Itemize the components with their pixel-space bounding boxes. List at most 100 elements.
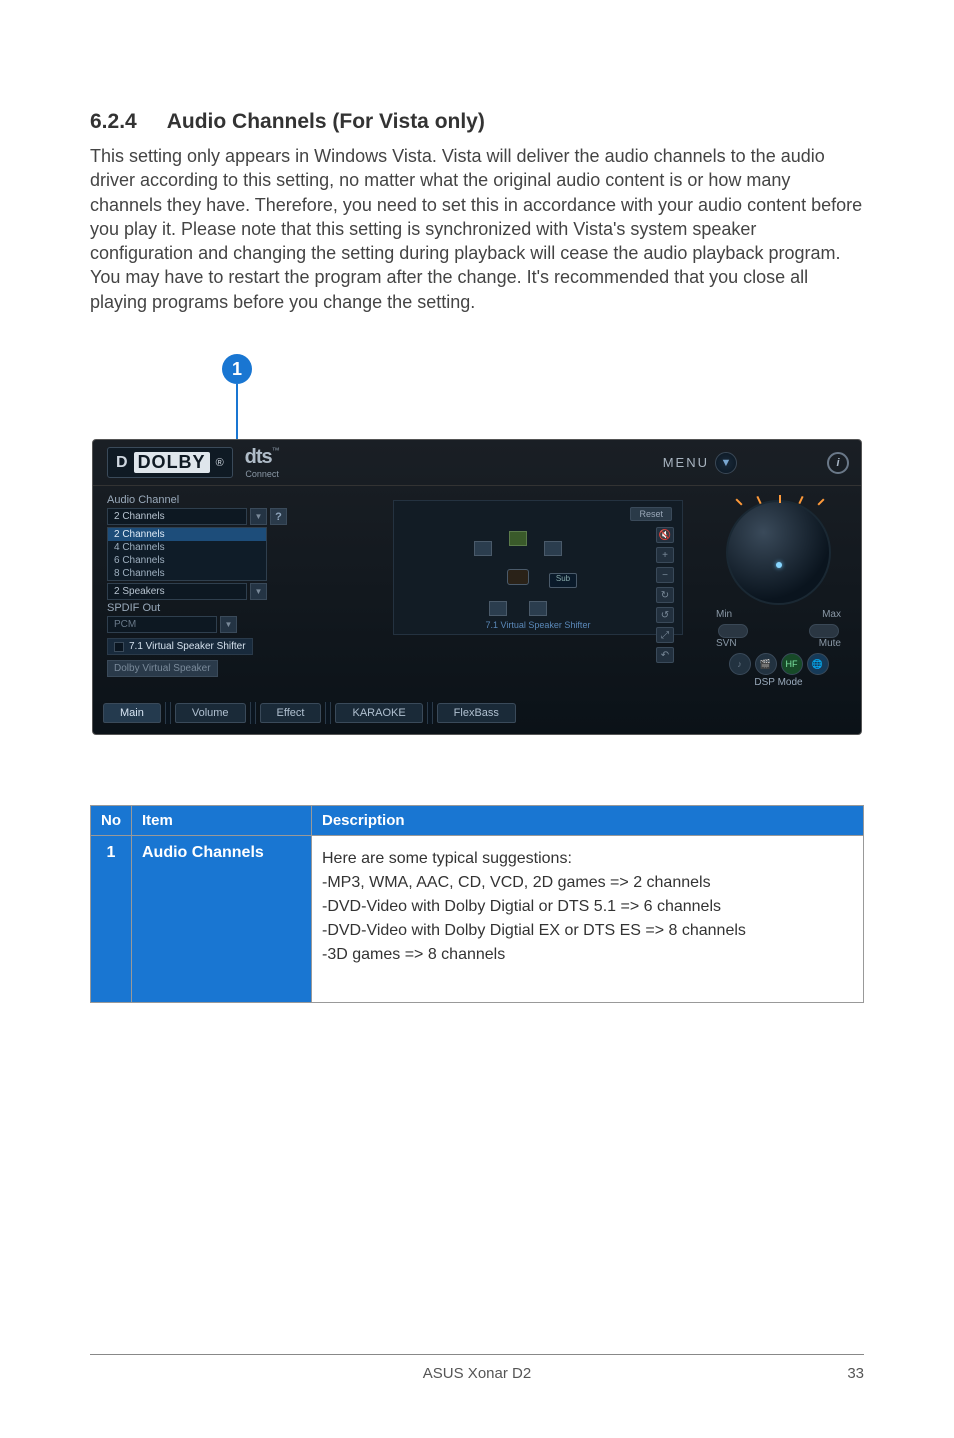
speaker-diagram: Reset 🔇 + − ↻ ↺ ⤢ ↶ Sub xyxy=(393,500,683,635)
speaker-sub-icon[interactable]: Sub xyxy=(549,573,577,588)
mute-toggle[interactable] xyxy=(809,624,839,638)
dolby-text: DOLBY xyxy=(134,452,210,473)
audio-panel-window: i D DOLBY ® dts™ Connect MENU ▼ Audio Ch… xyxy=(92,439,862,735)
audio-channel-dropdown[interactable]: 2 Channels 4 Channels 6 Channels 8 Chann… xyxy=(107,527,267,581)
listener-icon[interactable] xyxy=(507,569,529,585)
footer-page: 33 xyxy=(847,1365,864,1382)
desc-line: -DVD-Video with Dolby Digtial or DTS 5.1… xyxy=(322,898,853,916)
tick-icon xyxy=(779,495,781,503)
cell-item: Audio Channels xyxy=(132,836,312,1003)
menu-label: MENU xyxy=(663,455,709,470)
tab-karaoke[interactable]: KARAOKE xyxy=(335,703,422,723)
plus-button[interactable]: + xyxy=(656,547,674,563)
dolby-reg: ® xyxy=(216,457,224,469)
speaker-fl-icon[interactable] xyxy=(474,541,492,556)
footer-title: ASUS Xonar D2 xyxy=(90,1365,864,1382)
max-label: Max xyxy=(822,609,841,620)
svn-toggle[interactable] xyxy=(718,624,748,638)
tab-separator xyxy=(427,702,433,724)
spdif-value: PCM xyxy=(107,616,217,633)
mute-icon[interactable]: 🔇 xyxy=(656,527,674,543)
checkbox-icon xyxy=(114,642,124,652)
page-footer: ASUS Xonar D2 33 xyxy=(90,1354,864,1382)
dsp-mode-label: DSP Mode xyxy=(706,677,851,688)
desc-blank xyxy=(322,970,853,988)
knob-label-row: SVN Mute xyxy=(706,638,851,649)
channel-option-8[interactable]: 8 Channels xyxy=(108,567,266,580)
dsp-mode-2-icon[interactable]: 🎬 xyxy=(755,653,777,675)
rotate-cw-icon[interactable]: ↻ xyxy=(656,587,674,603)
analog-out-value: 2 Speakers xyxy=(107,583,247,600)
table-row: 1 Audio Channels Here are some typical s… xyxy=(91,836,864,1003)
callout-line xyxy=(236,384,238,439)
diagram-side-controls: 🔇 + − ↻ ↺ ⤢ ↶ xyxy=(656,527,674,663)
top-bar: D DOLBY ® dts™ Connect MENU ▼ xyxy=(93,440,861,486)
tab-volume[interactable]: Volume xyxy=(175,703,246,723)
vss-label: 7.1 Virtual Speaker Shifter xyxy=(129,641,246,652)
tab-bar: Main Volume Effect KARAOKE FlexBass xyxy=(93,696,861,734)
menu-arrow-icon: ▼ xyxy=(715,452,737,474)
tab-separator xyxy=(250,702,256,724)
desc-line: -3D games => 8 channels xyxy=(322,946,853,964)
info-button[interactable]: i xyxy=(827,452,849,474)
dts-connect: Connect xyxy=(245,469,280,479)
volume-knob[interactable] xyxy=(726,500,831,605)
right-panel: Min Max SVN Mute ♪ 🎬 HF 🌐 DSP Mode xyxy=(696,486,861,696)
dsp-mode-3-icon[interactable]: HF xyxy=(781,653,803,675)
knob-range-row: Min Max xyxy=(706,609,851,620)
dropdown-icon: ▼ xyxy=(250,508,267,525)
section-heading: 6.2.4 Audio Channels (For Vista only) xyxy=(90,110,864,134)
tab-separator xyxy=(165,702,171,724)
tab-main[interactable]: Main xyxy=(103,703,161,723)
desc-line: Here are some typical suggestions: xyxy=(322,850,853,868)
desc-line: -DVD-Video with Dolby Digtial EX or DTS … xyxy=(322,922,853,940)
dsp-mode-icons: ♪ 🎬 HF 🌐 xyxy=(706,653,851,675)
reset-button[interactable]: Reset xyxy=(630,507,672,521)
dts-text: dts xyxy=(245,446,272,468)
tab-flexbass[interactable]: FlexBass xyxy=(437,703,516,723)
speaker-rr-icon[interactable] xyxy=(529,601,547,616)
desc-line: -MP3, WMA, AAC, CD, VCD, 2D games => 2 c… xyxy=(322,874,853,892)
tab-effect[interactable]: Effect xyxy=(260,703,322,723)
tick-icon xyxy=(735,499,742,506)
diagram-caption: 7.1 Virtual Speaker Shifter xyxy=(394,620,682,630)
dts-tm: ™ xyxy=(272,446,280,455)
dropdown-icon: ▼ xyxy=(220,616,237,633)
section-number: 6.2.4 xyxy=(90,110,137,134)
tick-icon xyxy=(798,496,803,504)
channel-option-6[interactable]: 6 Channels xyxy=(108,554,266,567)
reset-pos-icon[interactable]: ↶ xyxy=(656,647,674,663)
speaker-fr-icon[interactable] xyxy=(544,541,562,556)
audio-channel-value: 2 Channels xyxy=(107,508,247,525)
svn-label: SVN xyxy=(716,638,737,649)
help-button[interactable]: ? xyxy=(270,508,287,525)
th-description: Description xyxy=(312,806,864,836)
th-item: Item xyxy=(132,806,312,836)
dsp-mode-4-icon[interactable]: 🌐 xyxy=(807,653,829,675)
dolby-logo: D DOLBY ® xyxy=(107,447,233,478)
cell-description: Here are some typical suggestions: -MP3,… xyxy=(312,836,864,1003)
tick-icon xyxy=(756,496,761,504)
dsp-mode-1-icon[interactable]: ♪ xyxy=(729,653,751,675)
section-title: Audio Channels (For Vista only) xyxy=(167,110,485,133)
min-label: Min xyxy=(716,609,732,620)
dolby-virtual-speaker-button[interactable]: Dolby Virtual Speaker xyxy=(107,660,218,677)
dts-logo: dts™ Connect xyxy=(245,446,280,479)
cell-no: 1 xyxy=(91,836,132,1003)
body-paragraph: This setting only appears in Windows Vis… xyxy=(90,144,864,314)
speaker-rl-icon[interactable] xyxy=(489,601,507,616)
knob-button-row xyxy=(706,620,851,640)
table-header-row: No Item Description xyxy=(91,806,864,836)
dropdown-icon: ▼ xyxy=(250,583,267,600)
minus-button[interactable]: − xyxy=(656,567,674,583)
channel-option-2[interactable]: 2 Channels xyxy=(108,528,266,541)
info-table: No Item Description 1 Audio Channels Her… xyxy=(90,805,864,1003)
virtual-speaker-shifter-toggle[interactable]: 7.1 Virtual Speaker Shifter xyxy=(107,638,253,655)
menu-button[interactable]: MENU ▼ xyxy=(663,452,737,474)
channel-option-4[interactable]: 4 Channels xyxy=(108,541,266,554)
screenshot-figure: 1 i D DOLBY ® dts™ Connect MENU ▼ Audio … xyxy=(92,354,862,735)
speaker-fc-icon[interactable] xyxy=(509,531,527,546)
mute-label: Mute xyxy=(819,638,841,649)
tab-separator xyxy=(325,702,331,724)
th-no: No xyxy=(91,806,132,836)
